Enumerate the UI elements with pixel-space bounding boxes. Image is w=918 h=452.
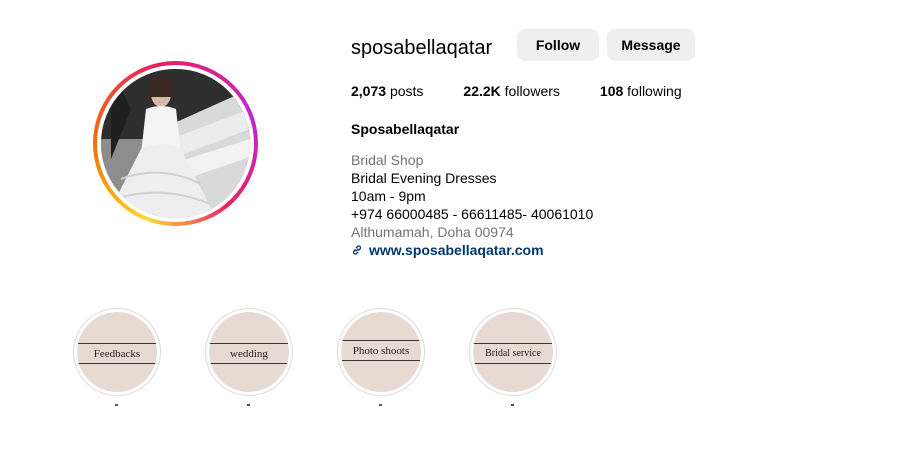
full-name: Sposabellaqatar — [351, 121, 460, 137]
bio: Bridal Shop Bridal Evening Dresses 10am … — [351, 151, 593, 259]
highlight-label: wedding — [209, 343, 289, 364]
follow-button[interactable]: Follow — [517, 29, 599, 61]
followers-label: followers — [504, 83, 560, 99]
followers-count: 22.2K — [463, 83, 501, 99]
highlight-title-stub — [379, 404, 382, 406]
posts-label: posts — [389, 83, 424, 99]
following-label: following — [627, 83, 682, 99]
address[interactable]: Althumamah, Doha 00974 — [351, 223, 593, 241]
highlight-title-stub — [511, 404, 514, 406]
highlight-label: Bridal service — [473, 343, 553, 364]
highlight-cover: Feedbacks — [77, 312, 157, 392]
bio-line: +974 66000485 - 66611485- 40061010 — [351, 206, 594, 222]
highlight-cover: wedding — [209, 312, 289, 392]
bio-line: 10am - 9pm — [351, 188, 426, 204]
category-label: Bridal Shop — [351, 152, 424, 168]
following-count: 108 — [599, 83, 624, 99]
profile-avatar[interactable] — [93, 61, 258, 226]
profile-stats: 2,073 posts 22.2K followers 108 followin… — [351, 83, 722, 99]
highlight-cover: Photo shoots — [341, 312, 421, 392]
highlight-cover: Bridal service — [473, 312, 553, 392]
username: sposabellaqatar — [351, 37, 493, 59]
highlight-title-stub — [247, 404, 250, 406]
following-stat[interactable]: 108 following — [600, 83, 682, 99]
posts-stat: 2,073 posts — [351, 83, 423, 99]
avatar-image — [101, 69, 250, 218]
website-text: www.sposabellaqatar.com — [369, 242, 544, 258]
highlight-title-stub — [115, 404, 118, 406]
posts-count: 2,073 — [351, 83, 387, 99]
highlight-bridal-service[interactable]: Bridal service — [469, 308, 557, 396]
followers-stat[interactable]: 22.2K followers — [463, 83, 560, 99]
website-link[interactable]: www.sposabellaqatar.com — [351, 241, 593, 259]
highlight-label: Photo shoots — [341, 340, 421, 361]
link-icon — [352, 245, 362, 255]
highlight-feedbacks[interactable]: Feedbacks — [73, 308, 161, 396]
highlight-label: Feedbacks — [77, 343, 157, 364]
highlight-photo-shoots[interactable]: Photo shoots — [337, 308, 425, 396]
highlight-wedding[interactable]: wedding — [205, 308, 293, 396]
bride-photo — [101, 69, 250, 218]
message-button[interactable]: Message — [607, 29, 695, 61]
bio-line: Bridal Evening Dresses — [351, 170, 497, 186]
